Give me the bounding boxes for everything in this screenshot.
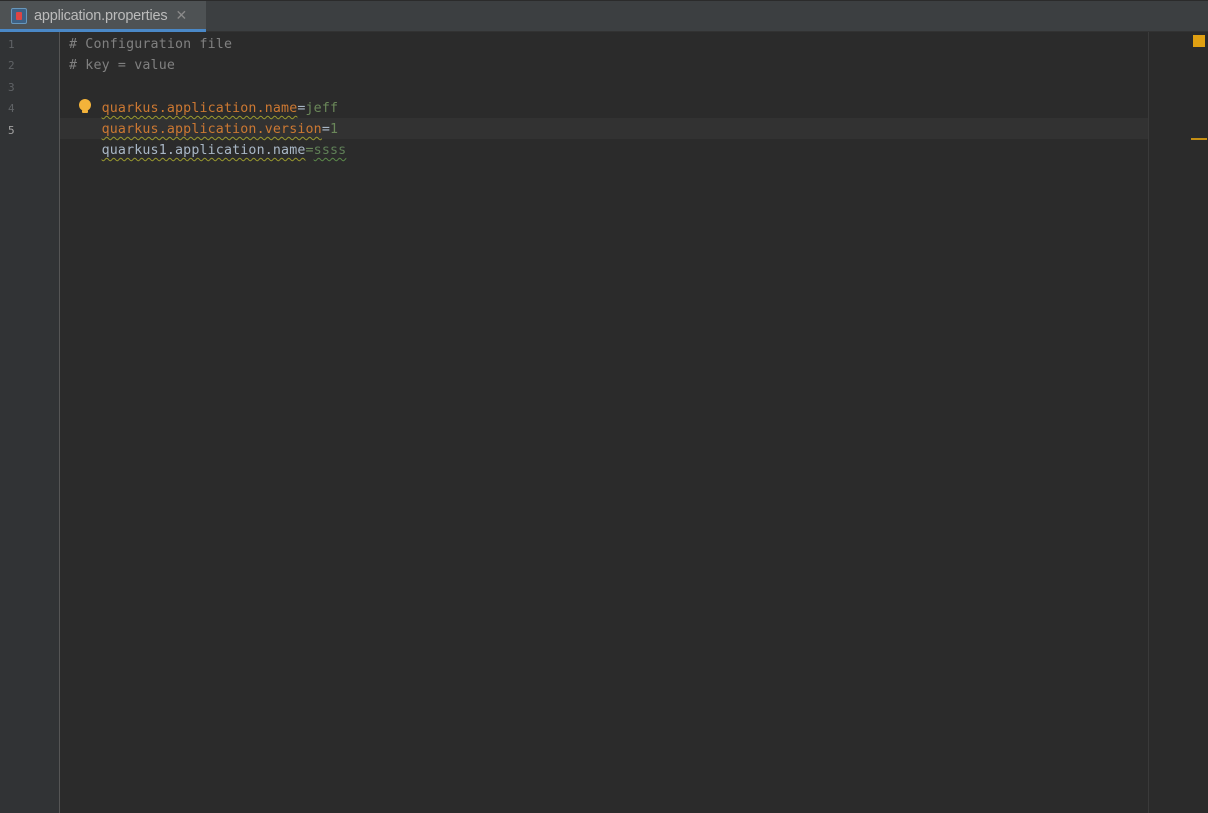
code-line-2[interactable]: # key = value — [69, 55, 175, 76]
line-number-active: 5 — [8, 124, 15, 137]
line-number: 1 — [8, 38, 15, 51]
code-line-5[interactable]: quarkus1.application.name=ssss — [69, 119, 347, 158]
lightbulb-icon[interactable] — [79, 99, 91, 113]
editor-tab-bar: application.properties ✕ — [0, 0, 1208, 33]
tab-application-properties[interactable]: application.properties ✕ — [0, 1, 206, 33]
line-number-gutter[interactable]: 1 2 3 4 5 — [0, 32, 60, 813]
warning-marker[interactable] — [1191, 138, 1207, 140]
code-editor[interactable]: # Configuration file # key = value quark… — [60, 32, 1148, 813]
property-separator: = — [305, 143, 314, 158]
error-stripe[interactable] — [1148, 32, 1208, 813]
close-icon[interactable]: ✕ — [175, 7, 187, 24]
line-number: 4 — [8, 102, 15, 115]
property-key: quarkus1.application.name — [101, 143, 306, 158]
warning-status-icon[interactable] — [1193, 35, 1205, 47]
tab-label: application.properties — [34, 7, 168, 24]
code-line-3[interactable]: quarkus.application.name=jeff — [69, 77, 338, 116]
line-number: 3 — [8, 81, 15, 94]
code-line-1[interactable]: # Configuration file — [69, 34, 232, 55]
properties-file-icon — [11, 7, 27, 24]
line-number: 2 — [8, 59, 15, 72]
property-value: ssss — [313, 143, 347, 158]
code-line-4[interactable]: quarkus.application.version=1 — [69, 98, 338, 137]
